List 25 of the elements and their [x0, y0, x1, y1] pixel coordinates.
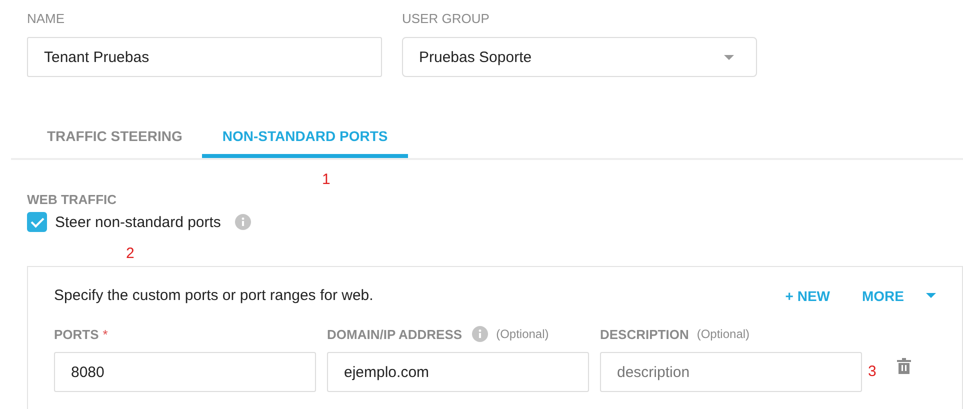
- column-label: DOMAIN/IP ADDRESS: [327, 326, 462, 342]
- optional-hint: (Optional): [696, 327, 750, 341]
- name-field[interactable]: Tenant Pruebas: [27, 37, 382, 77]
- caret-icon: [926, 293, 936, 298]
- caret-icon: [724, 54, 734, 60]
- instruction-text: Specify the custom ports or port ranges for web.: [54, 287, 374, 304]
- field-label: NAME: [27, 11, 66, 27]
- optional-hint: (Optional): [496, 327, 549, 341]
- section-title: WEB TRAFFIC: [27, 192, 118, 208]
- annotation-number: 1: [322, 172, 330, 188]
- annotation-number: 3: [868, 364, 876, 380]
- info-icon[interactable]: [472, 326, 488, 342]
- column-label: DESCRIPTION: [600, 326, 689, 342]
- checkbox[interactable]: [27, 212, 47, 232]
- description-field[interactable]: description: [600, 352, 862, 392]
- required-mark: *: [102, 326, 108, 342]
- ports-field[interactable]: 8080: [54, 352, 316, 392]
- column-label: PORTS: [54, 326, 99, 342]
- info-icon[interactable]: [234, 214, 251, 230]
- domain-field[interactable]: ejemplo.com: [327, 352, 589, 392]
- field-label: USER GROUP: [402, 11, 490, 27]
- annotation-number: 2: [126, 246, 134, 262]
- user-group-dropdown[interactable]: Pruebas Soporte: [402, 37, 757, 77]
- trash-icon[interactable]: [897, 358, 911, 374]
- checkbox-label: Steer non-standard ports: [55, 214, 221, 230]
